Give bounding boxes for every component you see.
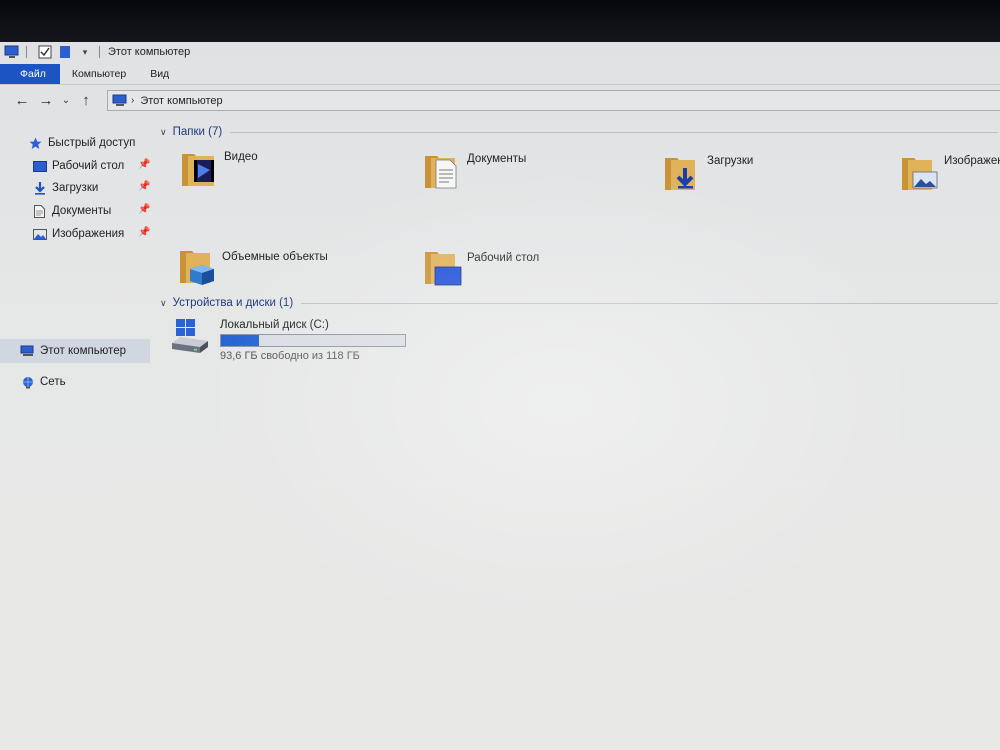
tab-file[interactable]: Файл [0,64,60,84]
sidebar-item-label: Сеть [40,376,66,388]
address-bar[interactable]: › Этот компьютер [107,90,1000,111]
sidebar-item-network[interactable]: Сеть [20,373,66,391]
folder-pictures[interactable]: Изображен [900,154,1000,194]
drive-usage-fill [221,335,260,346]
sidebar-item-label: Этот компьютер [40,345,126,357]
sidebar-item-label: Быстрый доступ [48,137,136,149]
group-title: Папки (7) [172,126,223,138]
folder-documents[interactable]: Документы [423,152,526,192]
downloads-folder-icon [665,158,695,190]
forward-arrow-icon[interactable]: → [34,90,58,110]
downloads-icon [32,181,47,195]
tab-computer[interactable]: Компьютер [60,64,138,84]
group-title: Устройства и диски (1) [172,297,294,309]
group-divider [230,131,998,133]
documents-icon [32,204,47,218]
sidebar-item-label: Документы [52,205,112,217]
recent-locations-chevron-icon[interactable]: ⌄ [58,90,74,110]
video-folder-icon [182,154,214,186]
star-icon [28,136,43,150]
folder-label: Документы [467,153,527,165]
devices-group-header[interactable]: ∨ Устройства и диски (1) [160,297,998,309]
desktop-folder-icon [425,252,462,286]
tab-view[interactable]: Вид [138,64,181,84]
pin-icon[interactable]: 📌 [138,159,150,170]
folder-downloads[interactable]: Загрузки [663,154,753,194]
pictures-folder-icon [902,158,938,190]
this-pc-icon [112,94,128,107]
drive-usage-bar [220,334,406,347]
sidebar-item-quick-access[interactable]: Быстрый доступ [28,134,135,152]
network-icon [20,375,35,389]
folder-label: Изображен [944,155,1000,167]
breadcrumb-this-pc[interactable]: Этот компьютер [140,95,222,107]
sidebar-item-this-pc[interactable]: Этот компьютер [20,342,126,360]
drive-local-c[interactable]: Локальный диск (C:) 93,6 ГБ свободно из … [170,319,406,362]
new-folder-icon[interactable] [57,44,73,60]
pictures-icon [32,227,47,241]
window-title: Этот компьютер [108,46,191,58]
3d-objects-folder-icon [180,251,214,285]
folder-label: Объемные объекты [222,251,328,263]
chevron-down-icon[interactable]: ∨ [160,298,167,309]
desktop-icon [32,159,47,173]
folders-group-header[interactable]: ∨ Папки (7) [160,126,998,138]
navigation-bar: ← → ⌄ ↑ › Этот компьютер [0,89,1000,111]
local-disk-icon [172,319,208,353]
sidebar-item-label: Загрузки [52,182,99,194]
separator [99,46,100,58]
monitor-bezel [0,0,1000,44]
ribbon-tabs: Файл Компьютер Вид [0,64,1000,85]
pin-icon[interactable]: 📌 [138,227,150,238]
folder-label: Рабочий стол [467,252,540,264]
chevron-down-icon[interactable]: ∨ [160,127,167,138]
group-divider [301,302,998,304]
this-pc-icon [20,344,35,358]
folder-label: Видео [224,151,258,163]
file-explorer-window: ▾ Этот компьютер Файл Компьютер Вид ← → … [0,42,1000,750]
customize-quick-access-icon[interactable]: ▾ [77,44,93,60]
documents-folder-icon [425,156,457,189]
title-bar: ▾ Этот компьютер [0,42,1000,62]
screen: ▾ Этот компьютер Файл Компьютер Вид ← → … [0,0,1000,750]
pin-icon[interactable]: 📌 [138,181,150,192]
drive-name: Локальный диск (C:) [220,319,329,331]
up-arrow-icon[interactable]: ↑ [74,90,98,110]
folder-label: Загрузки [707,155,754,167]
folder-3d-objects[interactable]: Объемные объекты [178,247,328,287]
drive-free-space: 93,6 ГБ свободно из 118 ГБ [220,350,360,362]
this-pc-icon[interactable] [4,44,20,60]
separator [26,46,27,58]
sidebar-item-label: Изображения [52,228,125,240]
sidebar-item-label: Рабочий стол [52,160,125,172]
folder-desktop[interactable]: Рабочий стол [423,248,539,288]
navigation-pane: Быстрый доступ Рабочий стол 📌 Загрузки 📌 [0,130,158,730]
breadcrumb-chevron-icon[interactable]: › [131,95,134,106]
pin-icon[interactable]: 📌 [138,204,150,215]
properties-icon[interactable] [37,44,53,60]
content-pane: ∨ Папки (7) Видео Документы Загрузки Изо… [158,126,1000,746]
back-arrow-icon[interactable]: ← [10,90,34,110]
folder-video[interactable]: Видео [180,150,258,190]
